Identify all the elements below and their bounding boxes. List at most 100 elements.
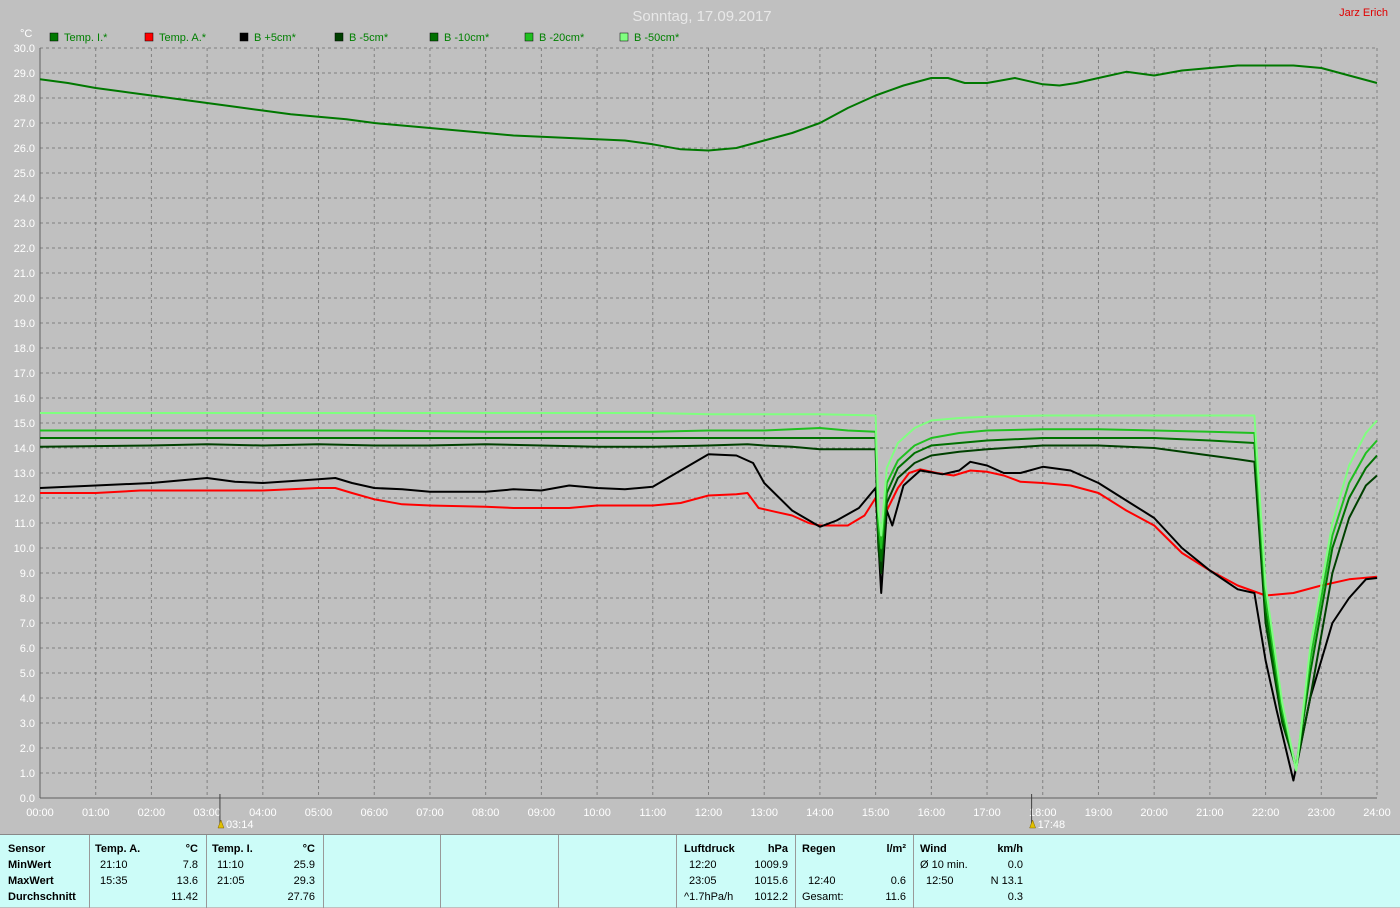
temp-a-average: 11.42 [171, 891, 198, 903]
series-line-2 [39, 453, 1378, 782]
wind-avg-label: Ø 10 min. [920, 859, 968, 871]
y-tick-label: 7.0 [20, 618, 35, 630]
rain-unit: l/m² [886, 843, 906, 855]
y-tick-label: 2.0 [20, 743, 35, 755]
legend-swatch [49, 32, 59, 42]
y-tick-label: 27.0 [14, 118, 35, 130]
y-tick-label: 0.0 [20, 793, 35, 805]
legend-label: Temp. I.* [64, 32, 108, 44]
y-tick-label: 1.0 [20, 768, 35, 780]
temp-a-header: Temp. A. [95, 843, 141, 855]
y-tick-label: 11.0 [14, 518, 35, 530]
temp-i-average: 27.76 [287, 891, 315, 903]
empty-column-2 [441, 835, 559, 908]
pressure-unit: hPa [767, 843, 788, 855]
temp-i-column: Temp. I. °C 11:10 25.9 21:05 29.3 27.76 [207, 835, 324, 908]
y-tick-label: 15.0 [14, 418, 35, 430]
legend-swatch [429, 32, 439, 42]
pressure-max-time: 23:05 [689, 875, 717, 887]
pressure-column: Luftdruck hPa 12:20 1009.9 23:05 1015.6 … [677, 835, 796, 908]
x-tick-label: 06:00 [360, 807, 388, 819]
y-tick-label: 26.0 [14, 143, 35, 155]
wind-day-average: 0.3 [1007, 891, 1023, 903]
legend-label: Temp. A.* [159, 32, 207, 44]
durchschnitt-label: Durchschnitt [8, 891, 76, 903]
temperature-chart: 0.0 1.0 2.0 3.0 4.0 5.0 6.0 7.0 8.0 9.0 10.0 11.0 12… [14, 7, 1391, 831]
y-tick-label: 4.0 [20, 693, 35, 705]
x-tick-label: 00:00 [26, 807, 54, 819]
x-tick-label: 12:00 [695, 807, 723, 819]
x-tick-label: 04:00 [249, 807, 277, 819]
y-tick-label: 17.0 [14, 368, 35, 380]
legend-label: B +5cm* [254, 32, 297, 44]
empty-column-3 [559, 835, 677, 908]
minwert-label: MinWert [8, 859, 52, 871]
sunset-icon [1029, 819, 1036, 829]
temp-i-min-value: 25.9 [293, 859, 315, 871]
sensor-column: Sensor MinWert MaxWert Durchschnitt [0, 835, 90, 908]
x-tick-label: 15:00 [862, 807, 890, 819]
chart-title: Sonntag, 17.09.2017 [632, 8, 771, 25]
x-tick-label: 11:00 [639, 807, 666, 819]
temp-a-min-time: 21:10 [100, 859, 128, 871]
x-tick-label: 17:00 [973, 807, 1001, 819]
y-tick-label: 30.0 [14, 43, 35, 55]
pressure-average: 1012.2 [754, 891, 788, 903]
empty-column-1 [324, 835, 441, 908]
y-tick-label: 5.0 [20, 668, 35, 680]
x-tick-label: 21:00 [1196, 807, 1224, 819]
y-tick-label: 20.0 [14, 293, 35, 305]
x-tick-label: 18:00 [1029, 807, 1057, 819]
legend-swatch [239, 32, 249, 42]
y-tick-label: 10.0 [14, 543, 35, 555]
wind-header: Wind [920, 843, 947, 855]
x-tick-label: 02:00 [138, 807, 166, 819]
temp-i-max-value: 29.3 [293, 875, 315, 887]
x-tick-label: 05:00 [305, 807, 333, 819]
legend-swatch [334, 32, 344, 42]
x-tick-label: 13:00 [750, 807, 778, 819]
pressure-header: Luftdruck [684, 843, 735, 855]
y-tick-label: 22.0 [14, 243, 35, 255]
y-tick-label: 16.0 [14, 393, 35, 405]
temp-i-unit: °C [302, 843, 315, 855]
pressure-max-value: 1015.6 [754, 875, 788, 887]
x-tick-label: 23:00 [1308, 807, 1336, 819]
wind-max-value: N 13.1 [990, 875, 1023, 887]
y-tick-label: 24.0 [14, 193, 35, 205]
x-tick-label: 14:00 [806, 807, 834, 819]
legend-swatch [524, 32, 534, 42]
wind-max-time: 12:50 [926, 875, 954, 887]
marker-label: 03:14 [226, 819, 254, 831]
rain-total-label: Gesamt: [802, 891, 844, 903]
legend-swatch [619, 32, 629, 42]
y-tick-label: 13.0 [14, 468, 35, 480]
temp-a-min-value: 7.8 [182, 859, 198, 871]
temp-i-header: Temp. I. [212, 843, 253, 855]
wind-avg-value: 0.0 [1007, 859, 1023, 871]
x-tick-label: 09:00 [528, 807, 556, 819]
wind-column: Wind km/h Ø 10 min. 0.0 12:50 N 13.1 0.3 [914, 835, 1031, 908]
sunrise-icon [217, 819, 225, 829]
y-tick-label: 9.0 [20, 568, 35, 580]
temp-a-max-time: 15:35 [100, 875, 128, 887]
legend-swatch [144, 32, 154, 42]
temp-a-max-value: 13.6 [176, 875, 198, 887]
x-tick-label: 19:00 [1085, 807, 1113, 819]
y-tick-label: 23.0 [14, 218, 35, 230]
y-tick-label: 28.0 [14, 93, 35, 105]
wind-unit: km/h [997, 843, 1023, 855]
legend-label: B -50cm* [634, 32, 680, 44]
x-tick-label: 22:00 [1252, 807, 1280, 819]
y-axis-unit-label: °C [20, 28, 32, 40]
y-tick-label: 8.0 [20, 593, 35, 605]
x-tick-label: 24:00 [1363, 807, 1391, 819]
y-tick-label: 3.0 [20, 718, 35, 730]
legend-label: B -5cm* [349, 32, 389, 44]
temp-a-column: Temp. A. °C 21:10 7.8 15:35 13.6 11.42 [90, 835, 207, 908]
rain-max-value: 0.6 [890, 875, 906, 887]
y-tick-label: 25.0 [14, 168, 35, 180]
rain-header: Regen [802, 843, 836, 855]
rain-total-value: 11.6 [885, 891, 906, 903]
legend-label: B -20cm* [539, 32, 585, 44]
